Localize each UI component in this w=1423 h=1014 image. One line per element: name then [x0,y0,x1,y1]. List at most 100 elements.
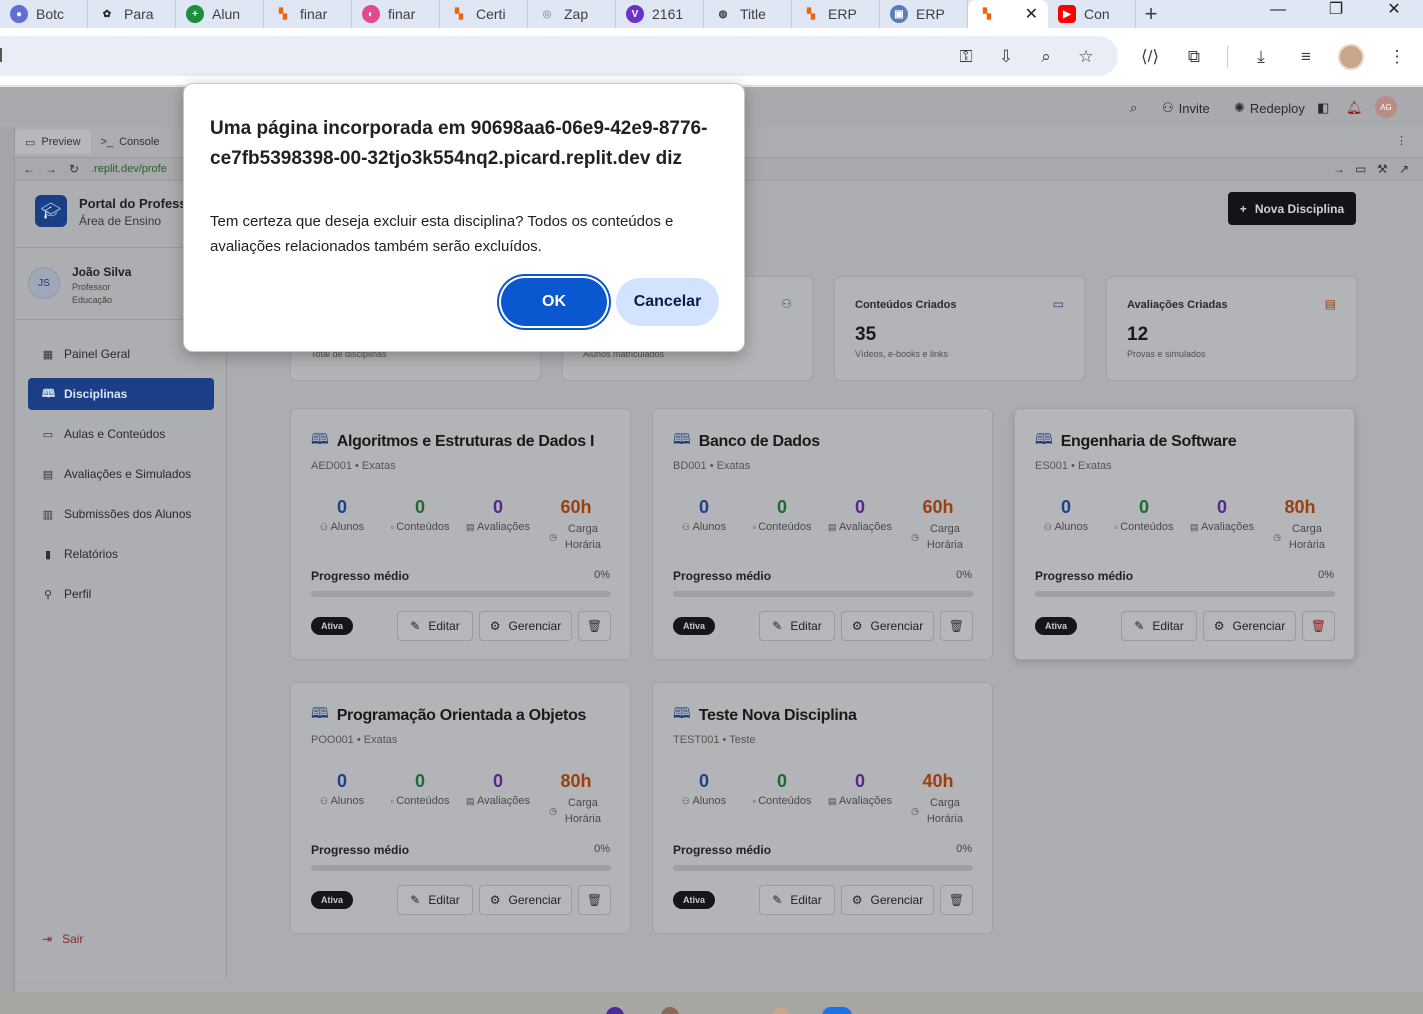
delete-button[interactable]: 🗑︎ [578,885,611,915]
course-card: 🕮︎ Algoritmos e Estruturas de Dados I AED0… [290,408,631,660]
edit-button[interactable]: ✎ Editar [759,611,835,641]
progress-percent: 0% [1318,569,1334,581]
logout-button[interactable]: ⇥ Sair [42,932,83,946]
course-code: AED001 • Exatas [311,460,396,472]
new-tab-button[interactable]: + [1136,1,1166,27]
sidebar-item-avalia-es-e-simulados[interactable]: ▤ Avaliações e Simulados [28,458,214,490]
sidebar-item-submiss-es-dos-alunos[interactable]: ▥ Submissões dos Alunos [28,498,214,530]
window-icon[interactable]: ◧ [1317,100,1329,116]
install-app-icon[interactable]: ⇩ [994,45,1018,69]
reload-icon[interactable]: ↻ [69,162,79,176]
course-title: Algoritmos e Estruturas de Dados I [336,432,595,450]
taskbar-app-icon[interactable] [822,1007,852,1014]
course-code: TEST001 • Teste [673,734,756,746]
close-window-button[interactable]: ✕ [1365,0,1423,28]
progress-percent: 0% [956,569,972,581]
forward-nav-icon[interactable]: → [1333,162,1345,176]
bookmark-star-icon[interactable]: ☆ [1074,45,1098,69]
taskbar-app-icon[interactable] [772,1007,790,1014]
manage-button[interactable]: ⚙ Gerenciar [1203,611,1296,641]
delete-button[interactable]: 🗑︎ [940,885,973,915]
taskbar-app-icon[interactable] [606,1007,624,1014]
sidebar-item-perfil[interactable]: ⚲ Perfil [28,578,214,610]
edit-button[interactable]: ✎ Editar [397,611,473,641]
tab-preview[interactable]: ▭ Preview [15,130,91,154]
back-arrow-icon[interactable]: ← [23,162,35,176]
youtube-icon: ▶ [1058,5,1076,23]
open-new-tab-icon[interactable]: ↗ [1399,162,1409,176]
browser-tab[interactable]: ◎ Zap [528,0,616,28]
minimize-button[interactable]: — [1249,0,1307,28]
search-icon[interactable]: ⌕ [1130,100,1137,116]
course-header: 🕮︎ Algoritmos e Estruturas de Dados I [311,429,594,454]
replit-icon: ▚ [279,8,287,20]
zoom-icon[interactable]: ⌕ [1034,45,1058,69]
progress-percent: 0% [594,569,610,581]
metric-alunos: 0 ⚇ Alunos [303,497,381,533]
new-discipline-button[interactable]: + Nova Disciplina [1228,192,1356,225]
metric-label-text: Carga Horária [926,523,963,551]
globe-icon: ◍ [718,8,728,20]
browser-tab[interactable]: ▚ Certi [440,0,528,28]
notification-bell-icon[interactable]: 🔔︎ [1346,100,1363,116]
sidebar-item-relat-rios[interactable]: ▮ Relatórios [28,538,214,570]
metric-value: 0 [854,497,865,517]
clock-icon: ◷ [549,806,557,816]
redeploy-button[interactable]: ✺ Redeploy [1234,100,1305,116]
pane-menu-icon[interactable]: ⋮ [1386,130,1417,151]
browser-tab[interactable]: + Alun [176,0,264,28]
media-control-icon[interactable]: ≡ [1294,45,1318,69]
menu-kebab-icon[interactable]: ⋮ [1385,45,1409,69]
browser-tab[interactable]: ▚ ERP [792,0,880,28]
tab-console[interactable]: >_ Console [91,130,170,154]
maximize-button[interactable]: ❐ [1307,0,1365,28]
profile-avatar[interactable] [1338,44,1364,70]
browser-tab[interactable]: ◐ finar [352,0,440,28]
browser-tab[interactable]: ▶ Con [1048,0,1136,28]
browser-tab[interactable]: ◍ Title [704,0,792,28]
progress-label: Progresso médio [673,843,772,857]
address-bar[interactable] [0,36,1118,76]
delete-button[interactable]: 🗑︎ [1302,611,1335,641]
sidebar-item-disciplinas[interactable]: 🕮︎ Disciplinas [28,378,214,410]
browser-tab[interactable]: ▣ ERP [880,0,968,28]
delete-button[interactable]: 🗑︎ [578,611,611,641]
delete-button[interactable]: 🗑︎ [940,611,973,641]
devices-icon[interactable]: ▭ [1355,162,1366,176]
browser-tab[interactable]: ● Botc [0,0,88,28]
browser-tab[interactable]: ✿ Para [88,0,176,28]
browser-tab-label: Zap [564,6,589,22]
browser-tab-active[interactable]: ▚ ✕ [968,0,1048,28]
pencil-icon: ✎ [410,893,421,907]
extensions-puzzle-icon[interactable]: ⧉ [1182,45,1206,69]
workspace-avatar[interactable]: AG [1375,96,1397,118]
text-cursor [0,48,2,62]
preview-url[interactable]: .replit.dev/profe [91,163,167,175]
ok-button[interactable]: OK [501,278,607,326]
browser-tab-label: finar [388,6,416,22]
manage-button[interactable]: ⚙ Gerenciar [841,885,934,915]
manage-button[interactable]: ⚙ Gerenciar [841,611,934,641]
manage-button[interactable]: ⚙ Gerenciar [479,611,572,641]
sidebar-item-label: Disciplinas [64,387,128,401]
cancel-button[interactable]: Cancelar [616,278,719,326]
key-icon[interactable]: ⚿ [954,45,978,69]
manage-button[interactable]: ⚙ Gerenciar [479,885,572,915]
edit-button[interactable]: ✎ Editar [397,885,473,915]
metric-conteudos: 0 ▫ Conteúdos [743,497,821,533]
edit-button[interactable]: ✎ Editar [759,885,835,915]
browser-tab[interactable]: V 2161 [616,0,704,28]
browser-tab[interactable]: ▚ finar [264,0,352,28]
extension-devtools-icon[interactable]: ⟨/⟩ [1138,45,1162,69]
close-tab-icon[interactable]: ✕ [1025,4,1038,24]
sidebar-item-aulas-e-conte-dos[interactable]: ▭ Aulas e Conteúdos [28,418,214,450]
metric-label: ▫ Conteúdos [381,795,459,807]
forward-arrow-icon[interactable]: → [45,162,57,176]
edit-button[interactable]: ✎ Editar [1121,611,1197,641]
users-icon: ⚇ [1043,522,1055,532]
tools-icon[interactable]: ⚒ [1377,162,1388,176]
downloads-icon[interactable]: ⤓ [1249,45,1273,69]
metric-label-text: Alunos [692,795,727,807]
invite-button[interactable]: ⚇ Invite [1162,100,1210,116]
taskbar-app-icon[interactable] [661,1007,679,1014]
